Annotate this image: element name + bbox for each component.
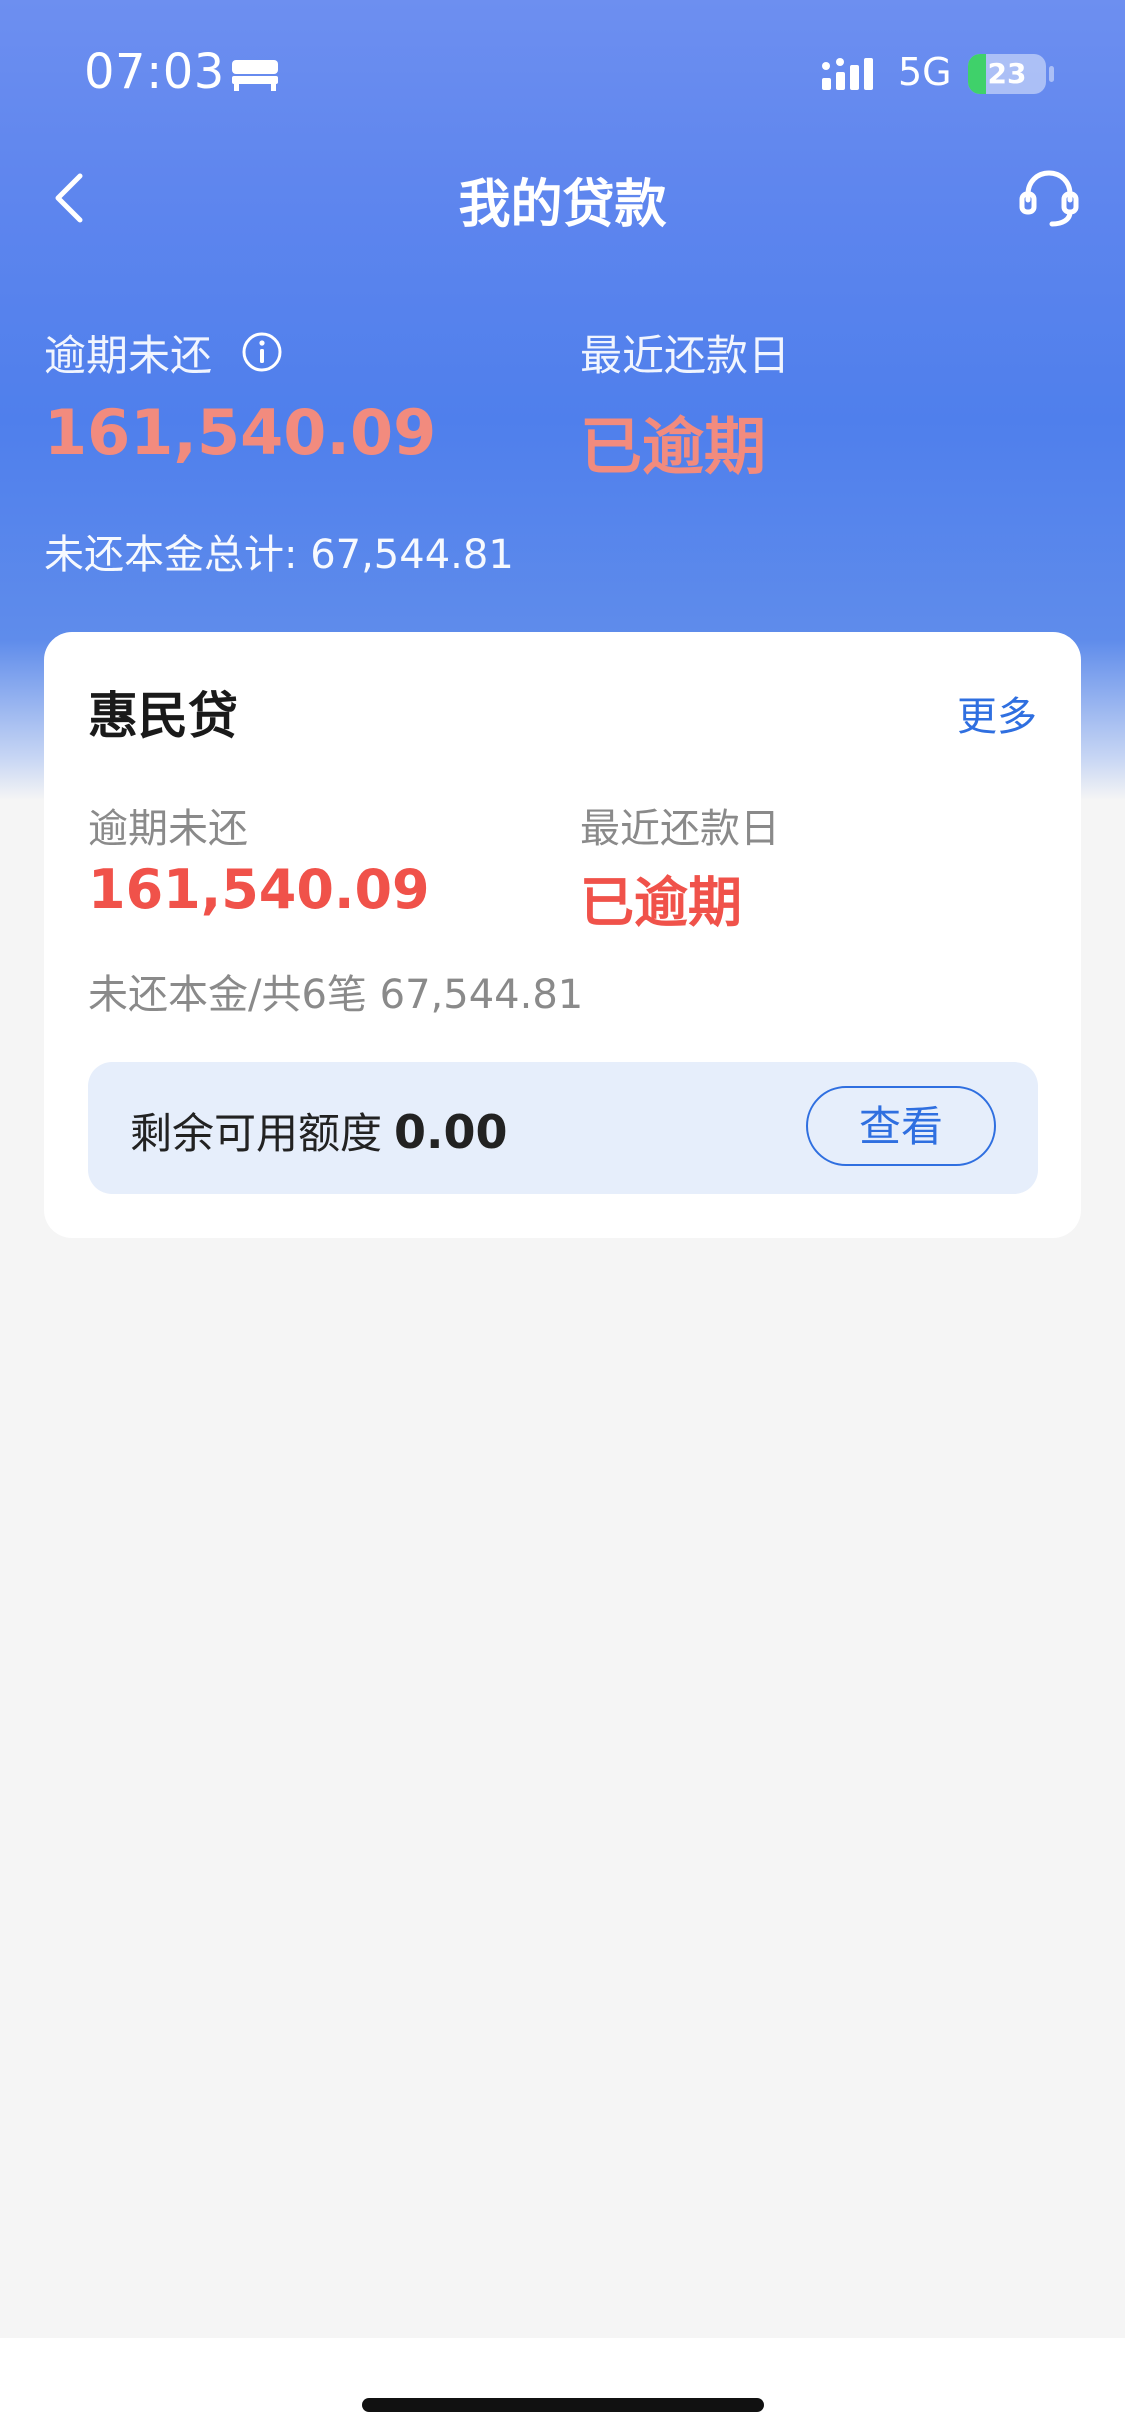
page-title: 我的贷款: [458, 175, 667, 235]
due-date-label: 最近还款日: [580, 331, 791, 380]
available-credit-value: 0.00: [394, 1105, 508, 1159]
principal-total: 未还本金总计: 67,544.81: [44, 532, 514, 578]
available-credit-box: 剩余可用额度 0.00 查看: [88, 1062, 1038, 1194]
available-credit: 剩余可用额度 0.00: [130, 1100, 508, 1161]
customer-service-headset-icon[interactable]: [1016, 164, 1082, 230]
card-due-date-status: 已逾期: [580, 871, 742, 934]
view-button[interactable]: 查看: [806, 1086, 996, 1166]
overdue-label: 逾期未还: [44, 331, 213, 380]
battery-level: 23: [987, 57, 1027, 90]
available-credit-label: 剩余可用额度: [130, 1109, 383, 1158]
card-overdue-label: 逾期未还: [88, 806, 248, 852]
due-date-status: 已逾期: [580, 410, 767, 483]
battery-cap: [1049, 66, 1054, 82]
battery-charging-icon: 23: [968, 54, 1046, 94]
bed-icon: [232, 60, 278, 91]
signal-icon: [822, 58, 873, 90]
bottom-safe-area: [0, 2338, 1125, 2435]
more-link[interactable]: 更多: [957, 684, 1037, 742]
home-indicator[interactable]: [362, 2398, 764, 2412]
loan-card[interactable]: 惠民贷 更多 逾期未还 161,540.09 最近还款日 已逾期 未还本金/共6…: [44, 632, 1081, 1238]
info-icon[interactable]: [240, 330, 284, 374]
overdue-amount: 161,540.09: [44, 396, 437, 469]
card-due-date-label: 最近还款日: [580, 806, 780, 852]
card-overdue-amount: 161,540.09: [88, 858, 430, 921]
status-time: 07:03: [84, 44, 225, 100]
card-principal-line: 未还本金/共6笔 67,544.81: [88, 972, 584, 1018]
network-type: 5G: [898, 50, 952, 94]
loan-name: 惠民贷: [88, 687, 238, 745]
